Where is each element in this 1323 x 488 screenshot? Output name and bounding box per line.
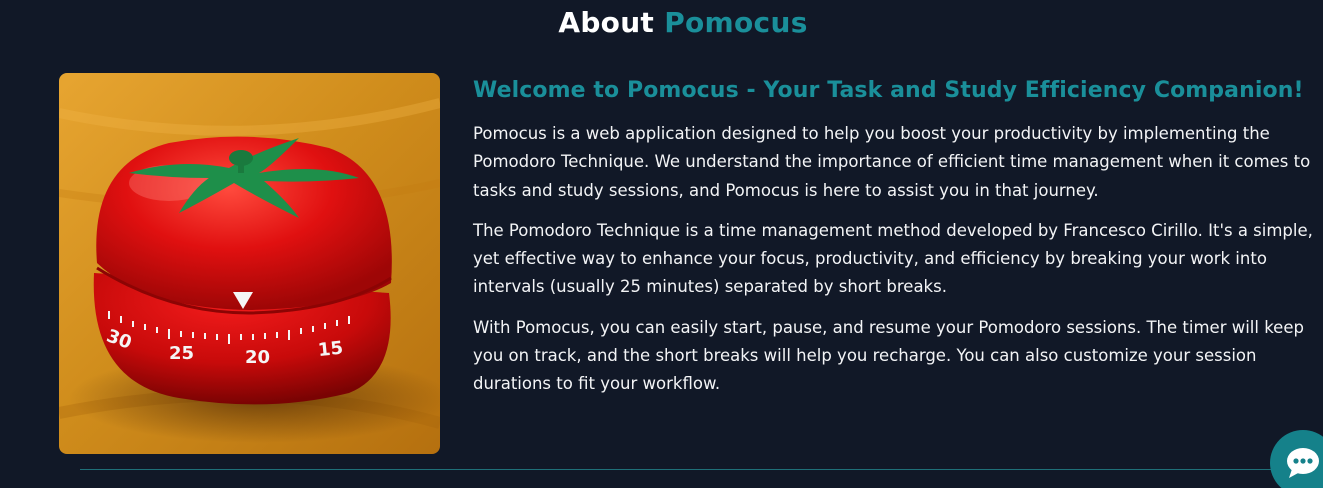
about-subtitle: Welcome to Pomocus - Your Task and Study…: [473, 78, 1304, 103]
about-paragraph-1: Pomocus is a web application designed to…: [473, 124, 1311, 200]
about-paragraph-3: With Pomocus, you can easily start, paus…: [473, 317, 1304, 394]
about-heading: About Pomocus: [0, 6, 1323, 39]
dial-label-15: 15: [317, 338, 344, 362]
about-section: About Pomocus 30 25 20 15 Welcome to Pom…: [0, 0, 1323, 488]
about-content: Welcome to Pomocus - Your Task and Study…: [473, 76, 1313, 411]
dial-label-25: 25: [169, 343, 194, 364]
about-heading-word: About: [558, 6, 655, 39]
pomodoro-timer-image: 30 25 20 15: [59, 73, 440, 454]
about-heading-brand: Pomocus: [664, 6, 808, 39]
chat-button[interactable]: [1270, 430, 1323, 488]
about-paragraph-2: The Pomodoro Technique is a time managem…: [473, 220, 1313, 297]
dial-label-20: 20: [245, 347, 270, 368]
chat-bubble-icon: [1287, 448, 1319, 478]
section-divider: [80, 469, 1285, 470]
